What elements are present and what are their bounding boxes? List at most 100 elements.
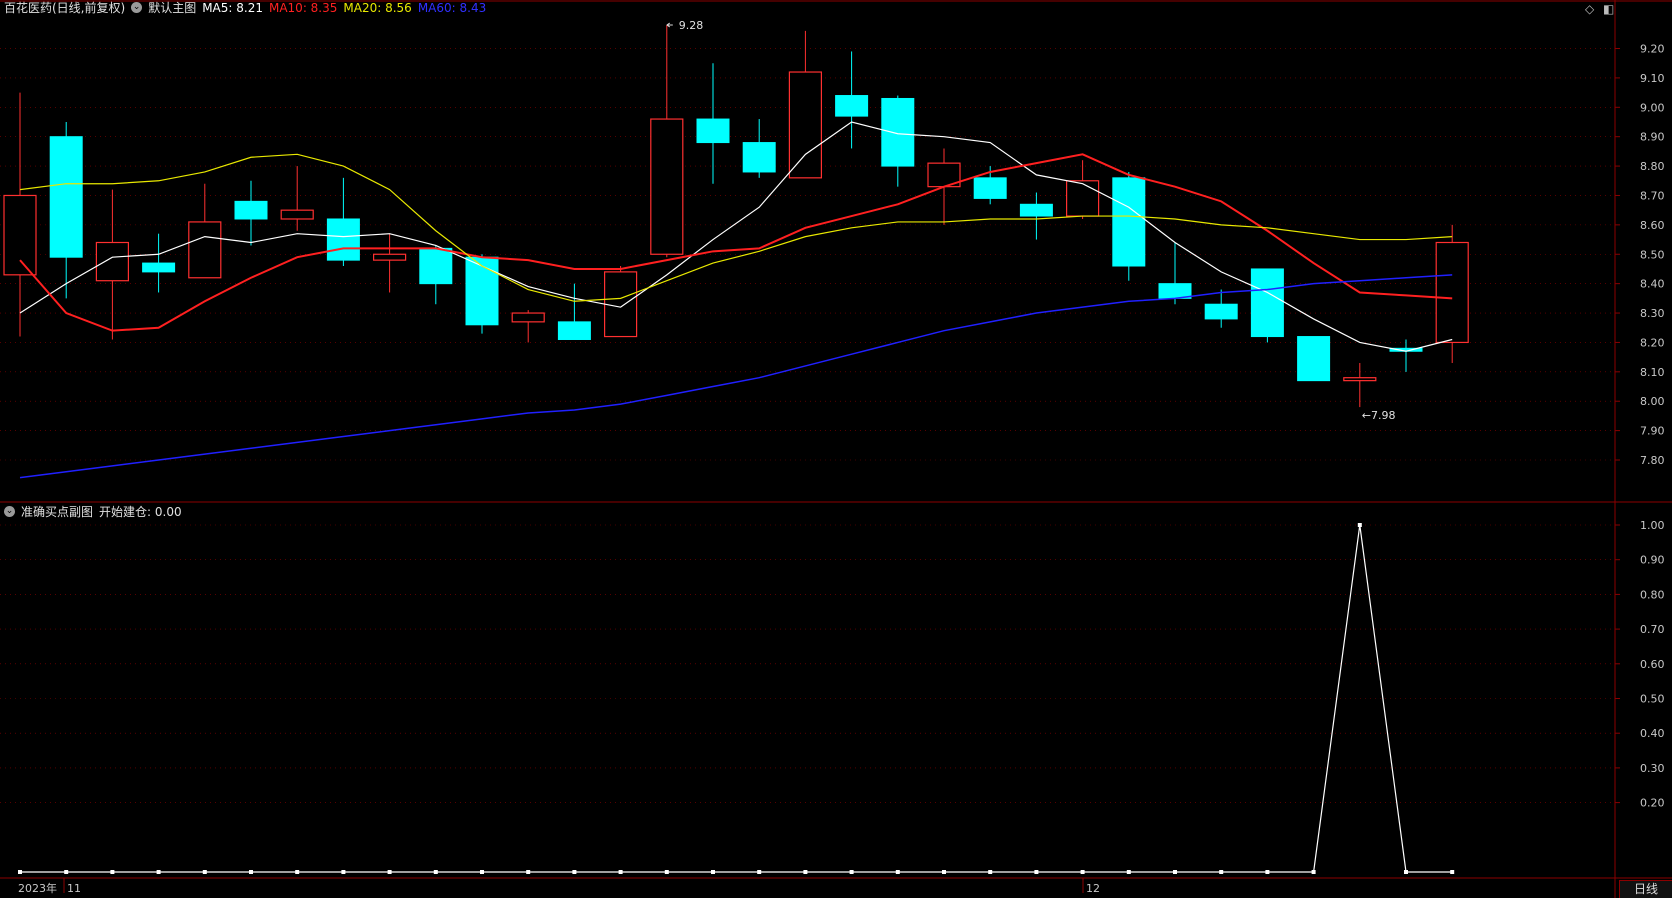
period-tab[interactable]: 日线 (1619, 880, 1672, 898)
y-tick-label: 8.70 (1640, 189, 1665, 202)
signal-point (480, 870, 484, 874)
candle-body-down (742, 142, 776, 173)
signal-point (156, 870, 161, 874)
y-tick-label: 8.60 (1640, 219, 1665, 232)
high-arrow-icon (666, 22, 673, 28)
candle-body-down (326, 218, 360, 261)
candle-body-down (973, 177, 1007, 199)
candle-body-down (1250, 268, 1284, 338)
x-year-label: 2023年 (18, 881, 57, 895)
y-tick-label: 0.70 (1640, 623, 1665, 636)
candle-body-up (603, 271, 638, 338)
signal-point (1265, 870, 1270, 874)
ma20-label: MA20: 8.56 (343, 0, 412, 15)
panel-icon[interactable]: ◧ (1603, 2, 1614, 16)
signal-point (1034, 870, 1039, 874)
candle-body-down (465, 256, 499, 326)
stock-name[interactable]: 百花医药(日线,前复权) (4, 0, 125, 16)
signal-point (618, 870, 623, 874)
signal-point (526, 870, 531, 874)
candle-body-up (95, 241, 130, 282)
x-month-label: 12 (1086, 882, 1100, 895)
y-tick-label: 8.10 (1640, 366, 1665, 379)
y-tick-label: 0.50 (1640, 693, 1665, 706)
candle-body-down (696, 118, 730, 144)
signal-point (110, 870, 115, 874)
signal-point (895, 870, 900, 874)
signal-point (757, 870, 762, 874)
y-tick-label: 8.00 (1640, 395, 1665, 408)
y-tick-label: 9.20 (1640, 43, 1665, 56)
candle-body-down (1019, 203, 1053, 217)
y-tick-label: 8.80 (1640, 160, 1665, 173)
signal-point (1126, 870, 1131, 874)
y-tick-label: 8.40 (1640, 278, 1665, 291)
signal-point (1404, 870, 1408, 874)
signal-point (988, 870, 993, 874)
signal-point (572, 870, 577, 874)
candle-body-up (511, 312, 545, 323)
candle-body-down (1297, 336, 1331, 382)
chevron-down-icon[interactable]: ⌄ (4, 506, 15, 517)
y-tick-label: 0.60 (1640, 658, 1665, 671)
signal-point (433, 870, 438, 874)
signal-point (849, 870, 854, 874)
signal-point (942, 870, 946, 874)
y-tick-label: 0.20 (1640, 797, 1665, 810)
signal-point (387, 870, 392, 874)
candle-body-up (788, 71, 823, 179)
high-price-label: 9.28 (679, 19, 704, 32)
signal-line (20, 524, 1453, 873)
candle-body-down (49, 136, 83, 258)
y-tick-label: 9.10 (1640, 72, 1665, 85)
y-tick-label: 8.30 (1640, 307, 1665, 320)
low-price-label: ←7.98 (1362, 409, 1396, 422)
candle-body-down (419, 247, 453, 285)
candle-body-down (881, 97, 915, 167)
chevron-down-icon[interactable]: ⌄ (131, 2, 143, 13)
candle-body-down (1158, 283, 1192, 299)
main-header: 百花医药(日线,前复权) ⌄ 默认主图 MA5: 8.21 MA10: 8.35… (4, 0, 492, 16)
y-tick-label: 0.90 (1640, 554, 1665, 567)
signal-point (295, 870, 300, 874)
signal-point (1173, 870, 1177, 874)
candle-body-down (835, 95, 869, 117)
candle-body-up (1065, 180, 1100, 217)
candle-body-up (3, 194, 37, 276)
candle-body-down (1204, 303, 1238, 320)
ma60-label: MA60: 8.43 (417, 0, 487, 15)
y-tick-label: 1.00 (1640, 519, 1665, 532)
signal-point (1311, 870, 1316, 874)
chart-stage[interactable]: 7.80 7.90 8.00 8.10 8.20 8.30 8.40 8.50 8.60 8.70… (0, 0, 1672, 898)
diamond-icon[interactable]: ◇ (1585, 2, 1594, 16)
x-month-label: 11 (67, 882, 81, 895)
candle-body-up (280, 209, 314, 220)
y-tick-label: 9.00 (1640, 101, 1665, 114)
sub-indicator-name[interactable]: 准确买点副图 (21, 503, 93, 520)
signal-point (1080, 870, 1085, 874)
y-tick-label: 0.30 (1640, 762, 1665, 775)
signal-point (1450, 870, 1455, 874)
signal-point (711, 870, 715, 874)
indicator-name[interactable]: 默认主图 (148, 0, 196, 16)
ma10-label: MA10: 8.35 (268, 0, 338, 15)
y-tick-label: 0.80 (1640, 588, 1665, 601)
y-tick-label: 8.90 (1640, 131, 1665, 144)
candle-body-up (1343, 377, 1377, 382)
signal-point (664, 870, 669, 874)
signal-point (202, 870, 207, 874)
y-tick-label: 7.80 (1640, 454, 1665, 467)
signal-point (341, 870, 346, 874)
signal-point (249, 870, 253, 874)
signal-point (1357, 523, 1362, 527)
ma5-label: MA5: 8.21 (202, 0, 263, 15)
y-tick-label: 7.90 (1640, 425, 1665, 438)
signal-point (18, 870, 22, 874)
signal-point (803, 870, 808, 874)
candle-body-up (373, 253, 407, 261)
y-tick-label: 8.20 (1640, 336, 1665, 349)
y-tick-label: 8.50 (1640, 248, 1665, 261)
candle-body-up (188, 221, 222, 279)
candle-body-down (142, 262, 176, 273)
candle-body-down (1112, 177, 1146, 267)
